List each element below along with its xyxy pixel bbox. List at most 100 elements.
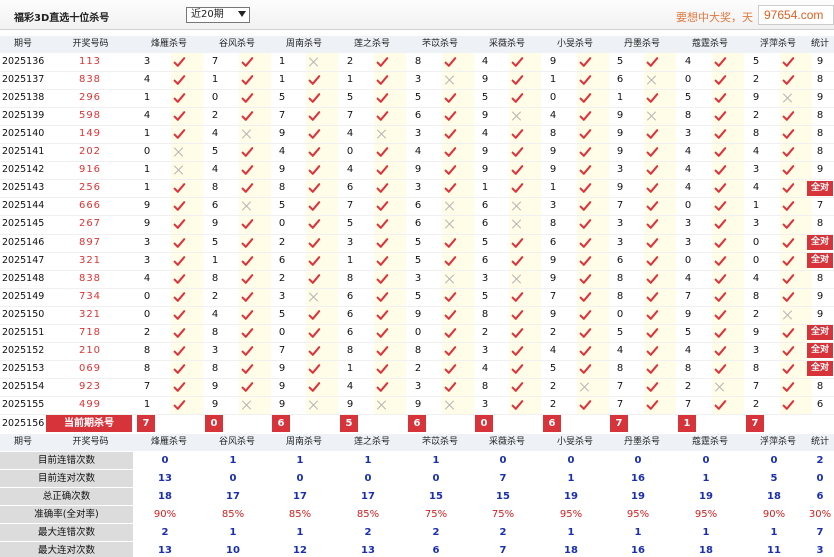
kill-digit: 9 (278, 398, 286, 410)
summary-value: 95% (626, 509, 650, 520)
summary-value: 17 (226, 491, 240, 502)
summary-value: 1 (296, 527, 304, 538)
issue-number: 2025144 (2, 200, 45, 212)
check-icon (646, 146, 658, 158)
check-icon (579, 128, 591, 140)
kill-digit: 5 (616, 56, 624, 67)
check-icon (782, 200, 794, 212)
check-icon (444, 309, 456, 321)
check-icon (511, 56, 523, 68)
summary-value: 15 (496, 491, 510, 502)
kill-digit: 4 (211, 164, 219, 176)
header-expert: 采薇杀号 (473, 36, 541, 53)
kill-digit: 1 (549, 74, 557, 86)
kill-digit: 3 (414, 272, 422, 284)
summary-header-expert: 丹墨杀号 (608, 434, 676, 451)
draw-number: 598 (78, 110, 102, 122)
kill-digit: 9 (278, 380, 286, 392)
kill-digit: 1 (346, 74, 354, 86)
kill-digit: 7 (549, 290, 557, 302)
row-stat: 8 (816, 110, 824, 122)
row-stat: 9 (816, 308, 824, 320)
current-kill-value: 0 (475, 415, 493, 432)
summary-stat: 3 (816, 545, 824, 556)
summary-value: 0 (229, 473, 237, 484)
summary-value: 1 (229, 527, 237, 538)
issue-number: 2025146 (2, 236, 45, 248)
check-icon (511, 291, 523, 303)
kill-digit: 5 (414, 290, 422, 302)
summary-value: 7 (499, 545, 507, 556)
kill-digit: 5 (481, 236, 489, 248)
kill-digit: 9 (278, 128, 286, 140)
check-icon (782, 110, 794, 122)
check-icon (241, 255, 253, 267)
header-expert: 谷风杀号 (203, 36, 271, 53)
kill-digit: 3 (616, 218, 624, 230)
check-icon (714, 399, 726, 411)
check-icon (444, 128, 456, 140)
check-icon (782, 363, 794, 375)
kill-digit: 9 (143, 200, 151, 212)
kill-digit: 3 (414, 128, 422, 140)
kill-digit: 6 (481, 218, 489, 230)
row-stat: 8 (816, 272, 824, 284)
draw-number: 897 (78, 236, 102, 248)
check-icon (308, 110, 320, 122)
cross-icon (444, 74, 456, 86)
check-icon (173, 399, 185, 411)
kill-digit: 2 (346, 56, 354, 67)
check-icon (241, 74, 253, 86)
period-select[interactable]: 近20期 (186, 7, 250, 23)
draw-number: 321 (78, 254, 102, 266)
check-icon (511, 309, 523, 321)
summary-value: 2 (499, 527, 507, 538)
summary-label: 目前连错次数 (0, 452, 133, 469)
check-icon (714, 110, 726, 122)
summary-value: 90% (153, 509, 177, 520)
kill-digit: 5 (684, 92, 692, 104)
check-icon (308, 363, 320, 375)
check-icon (173, 291, 185, 303)
check-icon (579, 110, 591, 122)
kill-digit: 6 (414, 200, 422, 212)
check-icon (579, 218, 591, 230)
cross-icon (511, 110, 523, 122)
kill-digit: 1 (278, 56, 286, 67)
check-icon (241, 363, 253, 375)
check-icon (241, 164, 253, 176)
draw-number: 113 (78, 56, 102, 67)
summary-stat: 0 (816, 473, 824, 484)
summary-value: 2 (161, 527, 169, 538)
kill-digit: 5 (414, 254, 422, 266)
check-icon (646, 200, 658, 212)
check-icon (241, 381, 253, 393)
kill-digit: 1 (549, 182, 557, 194)
check-icon (308, 74, 320, 86)
check-icon (173, 218, 185, 230)
check-icon (376, 309, 388, 321)
kill-digit: 9 (549, 308, 557, 320)
summary-value: 1 (567, 473, 575, 484)
check-icon (511, 164, 523, 176)
kill-digit: 3 (278, 290, 286, 302)
kill-digit: 2 (752, 308, 760, 320)
kill-digit: 8 (143, 362, 151, 374)
cross-icon (241, 128, 253, 140)
summary-value: 0 (634, 455, 642, 466)
kill-digit: 5 (481, 290, 489, 302)
check-icon (241, 182, 253, 194)
check-icon (376, 255, 388, 267)
check-icon (308, 345, 320, 357)
kill-digit: 7 (143, 380, 151, 392)
summary-stat: 2 (816, 455, 824, 466)
summary-label: 最大连对次数 (0, 542, 133, 557)
issue-number: 2025137 (2, 74, 45, 86)
draw-number: 666 (78, 200, 102, 212)
header-expert: 莲之杀号 (338, 36, 406, 53)
check-icon (511, 74, 523, 86)
check-icon (714, 237, 726, 249)
kill-digit: 4 (211, 308, 219, 320)
check-icon (782, 381, 794, 393)
issue-number: 2025155 (2, 398, 45, 410)
